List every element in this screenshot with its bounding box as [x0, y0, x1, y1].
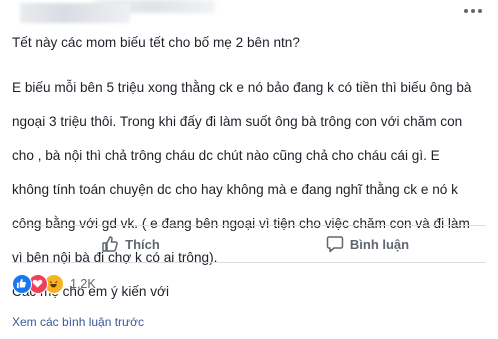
thumbs-up-icon	[102, 236, 118, 252]
post-header	[0, 0, 498, 30]
post-line: ngoại 3 triệu thôi. Trong khi đấy đi làm…	[12, 114, 463, 129]
post-line: E biếu mỗi bên 5 triệu xong thằng ck e n…	[12, 80, 472, 95]
divider	[12, 262, 486, 263]
like-icon	[12, 274, 32, 294]
more-options-icon[interactable]	[464, 6, 482, 16]
view-previous-comments-link[interactable]: Xem các bình luận trước	[12, 315, 144, 329]
post-question: Tết này các mom biếu tết cho bố mẹ 2 bên…	[12, 35, 300, 50]
post-line: cho , bà nội thì chả trông cháu dc chút …	[12, 148, 440, 163]
blurred-author-name	[20, 3, 130, 23]
post-actions: Thích Bình luận	[12, 226, 486, 262]
comment-button[interactable]: Bình luận	[249, 226, 486, 262]
comment-icon	[326, 236, 344, 253]
post-text: E biếu mỗi bên 5 triệu xong thằng ck e n…	[12, 62, 488, 300]
like-label: Thích	[125, 236, 160, 252]
reaction-count: 1,2K	[70, 277, 96, 291]
like-button[interactable]: Thích	[12, 226, 249, 262]
comment-label: Bình luận	[349, 236, 410, 252]
reactions-summary[interactable]: 1,2K	[12, 274, 96, 294]
post-line: không tính toán chuyện dc cho hay không …	[12, 182, 458, 197]
